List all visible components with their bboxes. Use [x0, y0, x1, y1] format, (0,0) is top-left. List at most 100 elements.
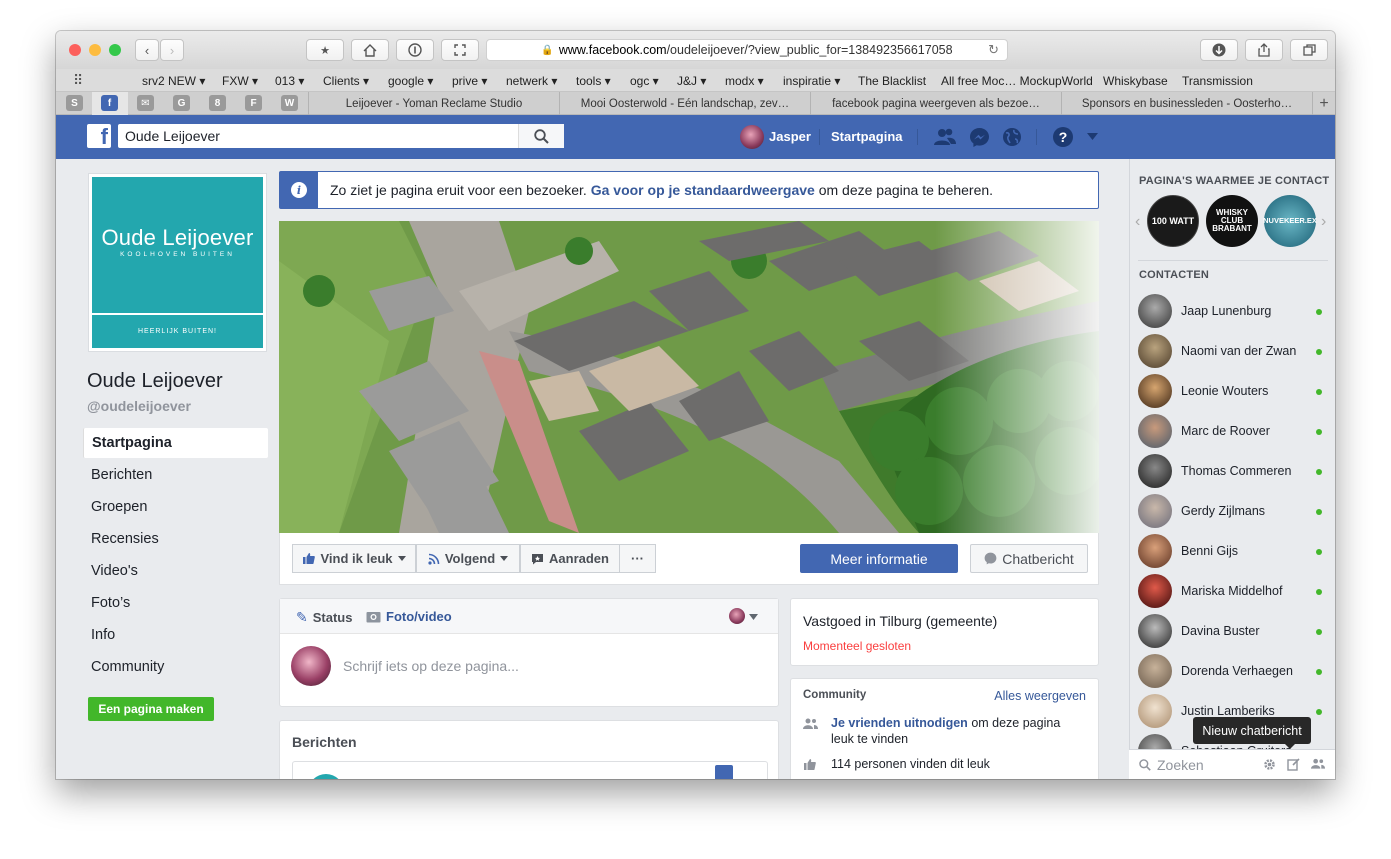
screen-capture-button[interactable] — [441, 39, 479, 61]
back-button[interactable]: ‹ — [135, 39, 159, 61]
bookmark-mockupworld[interactable]: All free Moc… MockupWorld — [941, 74, 1093, 88]
pinned-tab[interactable]: 8 — [209, 95, 226, 111]
bookmark-prive[interactable]: prive ▾ — [452, 74, 487, 88]
contact-item[interactable]: Naomi van der Zwan — [1138, 331, 1330, 371]
user-name-link[interactable]: Jasper — [769, 129, 811, 144]
bookmark-inspiratie[interactable]: inspiratie ▾ — [783, 74, 840, 88]
new-message-compose-icon[interactable] — [1287, 758, 1300, 771]
left-nav-recensies[interactable]: Recensies — [83, 524, 268, 554]
bookmark-google[interactable]: google ▾ — [388, 74, 433, 88]
page-logo-whisky-club[interactable]: WHISKY CLUB BRABANT — [1206, 195, 1258, 247]
downloads-button[interactable] — [1200, 39, 1238, 61]
bookmark-clients[interactable]: Clients ▾ — [323, 74, 369, 88]
tab-overview-button[interactable] — [1290, 39, 1328, 61]
bookmark-jj[interactable]: J&J ▾ — [677, 74, 706, 88]
page-logo-100-watt[interactable]: 100 WATT — [1147, 195, 1199, 247]
left-nav-fotos[interactable]: Foto’s — [83, 588, 268, 618]
bookmark-modx[interactable]: modx ▾ — [725, 74, 764, 88]
account-menu-caret-icon[interactable] — [1087, 133, 1098, 140]
left-nav-videos[interactable]: Video's — [83, 556, 268, 586]
friend-requests-icon[interactable] — [933, 127, 957, 147]
like-button[interactable]: Vind ik leuk — [292, 544, 416, 573]
address-bar[interactable]: 🔒 www.facebook.com/oudeleijoever/?view_p… — [486, 39, 1008, 61]
contact-item[interactable]: Benni Gijs — [1138, 531, 1330, 571]
carousel-next-icon[interactable]: › — [1321, 213, 1326, 231]
minimize-window-button[interactable] — [89, 44, 101, 56]
bookmark-tools[interactable]: tools ▾ — [576, 74, 611, 88]
contact-item[interactable]: Mariska Middelhof — [1138, 571, 1330, 611]
left-nav-community[interactable]: Community — [83, 652, 268, 682]
bookmark-whiskybase[interactable]: Whiskybase — [1103, 74, 1168, 88]
caret-down-icon[interactable] — [749, 614, 758, 620]
page-title[interactable]: Oude Leijoever — [87, 370, 223, 393]
pinned-tab[interactable]: F — [245, 95, 262, 111]
home-button[interactable] — [351, 39, 389, 61]
contact-item[interactable]: Thomas Commeren — [1138, 451, 1330, 491]
create-group-icon[interactable] — [1311, 758, 1325, 770]
pinned-tab[interactable]: S — [66, 95, 83, 111]
photo-video-tab[interactable]: Foto/video — [366, 609, 452, 624]
share-button[interactable] — [1245, 39, 1283, 61]
facebook-search-input[interactable]: Oude Leijoever — [118, 124, 564, 148]
cover-photo[interactable] — [279, 221, 1099, 533]
left-nav-berichten[interactable]: Berichten — [83, 460, 268, 490]
composer-input[interactable]: Schrijf iets op deze pagina... — [343, 658, 519, 674]
new-tab-button[interactable]: + — [1312, 92, 1335, 115]
create-page-button[interactable]: Een pagina maken — [88, 697, 214, 721]
contact-item[interactable]: Davina Buster — [1138, 611, 1330, 651]
bookmarks-button[interactable]: ★ — [306, 39, 344, 61]
follow-button[interactable]: Volgend — [416, 544, 520, 573]
pinned-tab-facebook[interactable]: f — [101, 95, 118, 111]
chat-search-input[interactable]: Zoeken — [1129, 749, 1335, 779]
contact-item[interactable]: Dorenda Verhaegen — [1138, 651, 1330, 691]
post-as-avatar[interactable] — [729, 608, 745, 624]
contact-item[interactable]: Gerdy Zijlmans — [1138, 491, 1330, 531]
left-nav-info[interactable]: Info — [83, 620, 268, 650]
invite-friends-link[interactable]: Je vrienden uitnodigen — [831, 716, 968, 730]
forward-button[interactable]: › — [160, 39, 184, 61]
contact-item[interactable]: Leonie Wouters — [1138, 371, 1330, 411]
tab-facebook-pagina[interactable]: facebook pagina weergeven als bezoe… — [810, 92, 1061, 115]
tab-mooi-oosterwold[interactable]: Mooi Oosterwold - Eén landschap, zev… — [559, 92, 810, 115]
standard-view-link[interactable]: Ga voor op je standaardweergave — [591, 182, 815, 198]
user-avatar[interactable] — [740, 125, 764, 149]
bookmark-transmission[interactable]: Transmission — [1182, 74, 1253, 88]
pinned-tab-mail[interactable]: ✉ — [137, 95, 154, 111]
send-message-button[interactable]: Chatbericht — [970, 544, 1088, 573]
carousel-prev-icon[interactable]: ‹ — [1135, 213, 1140, 231]
status-tab[interactable]: ✎ Status — [296, 609, 352, 626]
bookmark-blacklist[interactable]: The Blacklist — [858, 74, 926, 88]
bookmark-013[interactable]: 013 ▾ — [275, 74, 304, 88]
recommend-button[interactable]: Aanraden — [520, 544, 620, 573]
profile-picture[interactable]: Oude Leijoever KOOLHOVEN BUITEN HEERLIJK… — [88, 173, 267, 352]
page-likes-count[interactable]: 114 personen vinden dit leuk — [831, 757, 990, 771]
bookmark-ogc[interactable]: ogc ▾ — [630, 74, 659, 88]
post-options-icon[interactable] — [715, 765, 733, 779]
chat-settings-gear-icon[interactable] — [1263, 758, 1276, 771]
bookmark-netwerk[interactable]: netwerk ▾ — [506, 74, 557, 88]
contact-item[interactable]: Marc de Roover — [1138, 411, 1330, 451]
contact-item[interactable]: Jaap Lunenburg — [1138, 291, 1330, 331]
zoom-window-button[interactable] — [109, 44, 121, 56]
pinned-tab[interactable]: W — [281, 95, 298, 111]
reload-icon[interactable]: ↻ — [988, 42, 999, 58]
more-information-button[interactable]: Meer informatie — [800, 544, 958, 573]
close-window-button[interactable] — [69, 44, 81, 56]
see-all-link[interactable]: Alles weergeven — [994, 689, 1086, 703]
bookmark-fxw[interactable]: FXW ▾ — [222, 74, 258, 88]
top-sites-grid-icon[interactable]: ⠿ — [73, 72, 83, 89]
search-button[interactable] — [518, 124, 564, 148]
pinned-tab[interactable]: G — [173, 95, 190, 111]
notifications-globe-icon[interactable] — [1002, 127, 1022, 147]
password-manager-button[interactable] — [396, 39, 434, 61]
page-category[interactable]: Vastgoed in Tilburg (gemeente) — [803, 613, 997, 629]
page-logo-nuvekeer[interactable]: NUVEKEER.EX — [1263, 195, 1317, 247]
left-nav-startpagina[interactable]: Startpagina — [83, 428, 268, 458]
help-icon[interactable]: ? — [1053, 127, 1073, 147]
more-options-button[interactable]: ··· — [619, 544, 656, 573]
bookmark-srv2[interactable]: srv2 NEW ▾ — [142, 74, 205, 88]
page-handle[interactable]: @oudeleijoever — [87, 398, 191, 414]
tab-leijoever[interactable]: Leijoever - Yoman Reclame Studio — [308, 92, 559, 115]
home-link[interactable]: Startpagina — [831, 129, 903, 144]
left-nav-groepen[interactable]: Groepen — [83, 492, 268, 522]
